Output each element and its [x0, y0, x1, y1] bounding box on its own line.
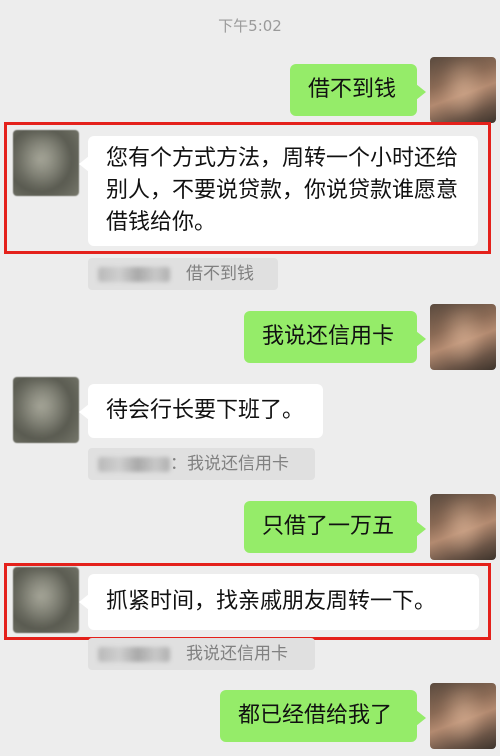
- outgoing-message-bubble[interactable]: 只借了一万五: [244, 501, 426, 553]
- outgoing-message-bubble[interactable]: 借不到钱: [290, 64, 426, 116]
- blurred-sender-name: [98, 457, 170, 472]
- chat-window[interactable]: 下午5:02 借不到钱 您有个方式方法，周转一个小时还给别人，不要说贷款，你说贷…: [0, 0, 500, 756]
- quoted-text: ：我说还信用卡: [170, 454, 289, 474]
- outgoing-message-bubble[interactable]: 我说还信用卡: [244, 311, 426, 363]
- incoming-message-bubble[interactable]: 您有个方式方法，周转一个小时还给别人，不要说贷款，你说贷款谁愿意借钱给你。: [79, 136, 478, 246]
- quoted-text: 借不到钱: [186, 264, 254, 284]
- my-avatar[interactable]: [430, 57, 496, 123]
- quoted-text: 我说还信用卡: [186, 644, 288, 664]
- message-timestamp: 下午5:02: [218, 17, 282, 35]
- contact-avatar[interactable]: [13, 377, 79, 443]
- blurred-sender-name: [98, 647, 170, 662]
- quoted-reply[interactable]: 借不到钱: [88, 258, 278, 290]
- quoted-reply[interactable]: 我说还信用卡: [88, 638, 315, 670]
- contact-avatar[interactable]: [13, 567, 79, 633]
- incoming-message-bubble[interactable]: 抓紧时间，找亲戚朋友周转一下。: [79, 574, 479, 630]
- incoming-message-bubble[interactable]: 待会行长要下班了。: [79, 384, 323, 438]
- my-avatar[interactable]: [430, 683, 496, 749]
- my-avatar[interactable]: [430, 304, 496, 370]
- contact-avatar[interactable]: [13, 130, 79, 196]
- outgoing-message-bubble[interactable]: 都已经借给我了: [220, 690, 426, 742]
- my-avatar[interactable]: [430, 494, 496, 560]
- quoted-reply[interactable]: ：我说还信用卡: [88, 448, 315, 480]
- blurred-sender-name: [98, 267, 170, 282]
